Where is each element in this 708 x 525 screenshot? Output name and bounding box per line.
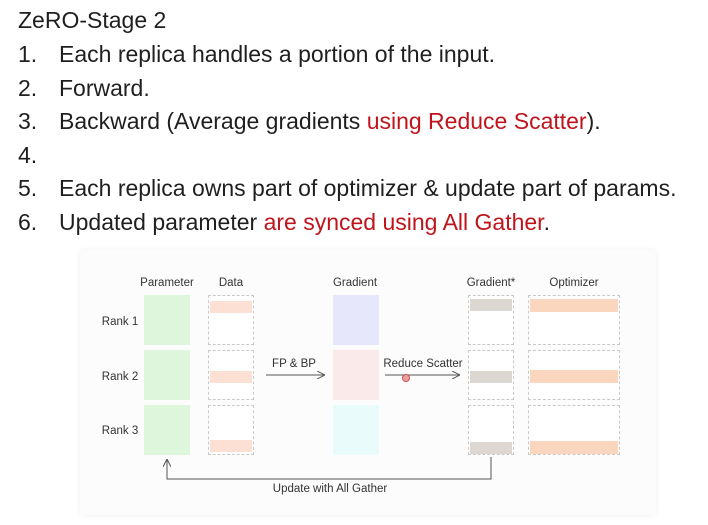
step-text: Each replica handles a portion of the in…: [59, 41, 496, 67]
step-highlight: using Reduce Scatter: [366, 108, 587, 135]
step-number: 5.: [18, 175, 38, 202]
cursor-dot: [402, 374, 410, 382]
slide-title: ZeRO-Stage 2: [18, 7, 167, 33]
step-text: Forward.: [59, 74, 150, 101]
step-number: 4.: [18, 141, 38, 168]
step-suffix: .: [543, 208, 550, 235]
step-item: 2. Forward.: [18, 72, 676, 106]
step-text: Backward (Average gradients: [59, 108, 367, 135]
diagram-arrows: [80, 250, 492, 480]
step-text: Updated parameter: [59, 208, 264, 235]
step-number: 6.: [18, 208, 38, 235]
step-number: 3.: [18, 108, 38, 135]
step-number: 1.: [18, 41, 38, 67]
step-item: 6. Updated parameter are synced using All…: [18, 206, 676, 240]
step-item: 1. Each replica handles a portion of the …: [18, 38, 676, 72]
step-number: 2.: [18, 74, 38, 101]
step-text: Each replica owns part of optimizer & up…: [59, 175, 677, 202]
step-item: 3. Backward (Average gradients using Redu…: [18, 105, 676, 139]
step-highlight: are synced using All Gather: [263, 208, 544, 235]
step-item: 5. Each replica owns part of optimizer & …: [18, 172, 676, 206]
all-gather-arrow: [167, 457, 492, 480]
step-suffix: ).: [586, 108, 601, 135]
zero-stage2-diagram: Parameter Data Gradient Gradient* Optimi…: [80, 250, 656, 515]
steps-list: 1. Each replica handles a portion of the …: [18, 38, 676, 240]
step-item: 4.: [18, 139, 676, 173]
